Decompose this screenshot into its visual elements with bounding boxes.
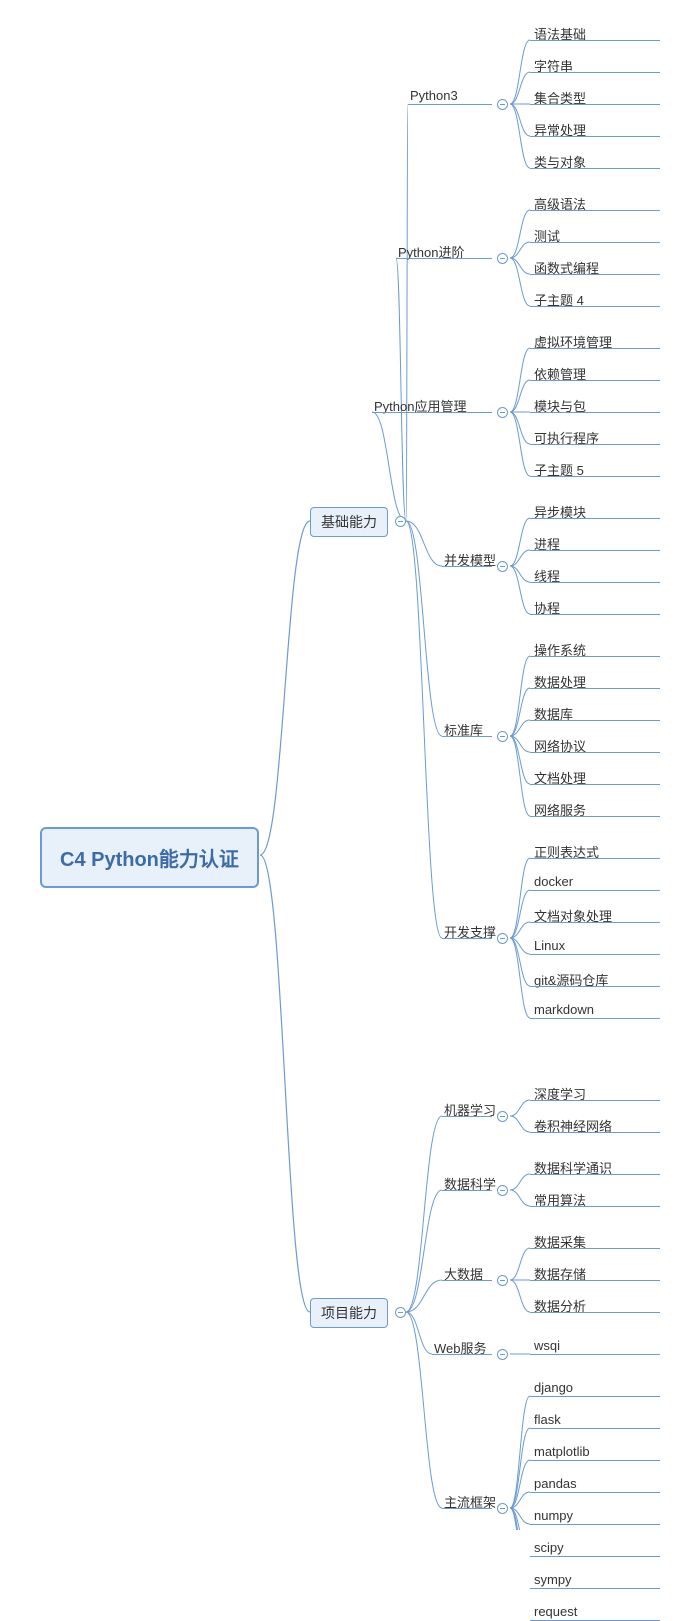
leaf-node: pandas — [534, 1476, 577, 1491]
collapse-toggle[interactable] — [497, 1503, 508, 1514]
collapse-toggle[interactable] — [497, 1275, 508, 1286]
collapse-toggle[interactable] — [497, 1111, 508, 1122]
leaf-node: markdown — [534, 1002, 594, 1017]
collapse-toggle[interactable] — [395, 1307, 406, 1318]
collapse-toggle[interactable] — [497, 561, 508, 572]
leaf-node: flask — [534, 1412, 561, 1427]
collapse-toggle[interactable] — [497, 407, 508, 418]
branch-node: 项目能力 — [310, 1298, 388, 1328]
leaf-node: Linux — [534, 938, 565, 953]
leaf-node: numpy — [534, 1508, 573, 1523]
leaf-node: sympy — [534, 1572, 572, 1587]
leaf-node: scipy — [534, 1540, 564, 1555]
leaf-node: wsqi — [534, 1338, 560, 1353]
branch-node: 基础能力 — [310, 507, 388, 537]
collapse-toggle[interactable] — [497, 99, 508, 110]
collapse-toggle[interactable] — [497, 731, 508, 742]
collapse-toggle[interactable] — [497, 253, 508, 264]
leaf-node: django — [534, 1380, 573, 1395]
leaf-node: docker — [534, 874, 573, 889]
leaf-node: matplotlib — [534, 1444, 590, 1459]
collapse-toggle[interactable] — [497, 1185, 508, 1196]
leaf-node: request — [534, 1604, 577, 1619]
collapse-toggle[interactable] — [497, 933, 508, 944]
root-node: C4 Python能力认证 — [40, 827, 259, 888]
sub-node: Python3 — [410, 88, 458, 103]
collapse-toggle[interactable] — [497, 1349, 508, 1360]
collapse-toggle[interactable] — [395, 516, 406, 527]
